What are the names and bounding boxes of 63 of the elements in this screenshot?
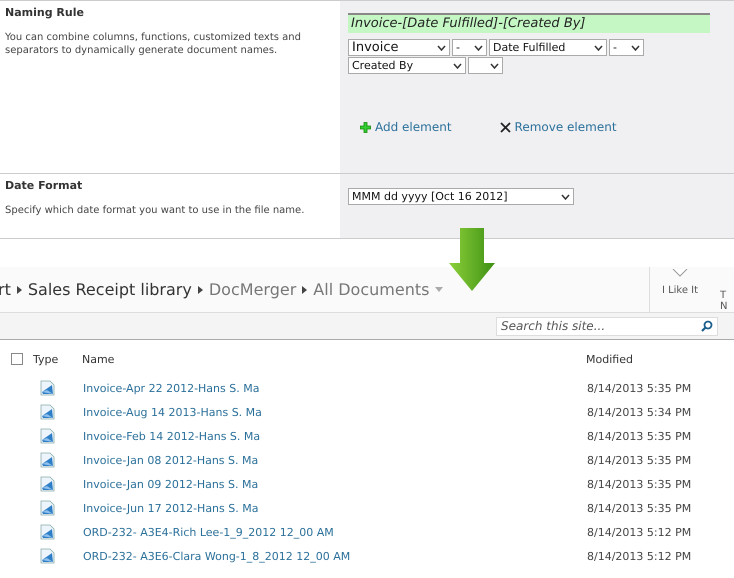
select-all-checkbox[interactable] — [11, 353, 23, 365]
document-icon — [40, 380, 55, 396]
chevron-icon — [16, 286, 22, 294]
close-icon — [500, 122, 511, 132]
document-icon — [40, 404, 55, 420]
separator-dropdown[interactable] — [468, 57, 503, 74]
link[interactable]: Add element — [360, 120, 452, 134]
document-icon — [40, 452, 55, 468]
breadcrumb-link[interactable]: DocMerger — [208, 280, 296, 299]
caret-icon — [437, 44, 446, 50]
down-arrow-icon — [449, 228, 495, 291]
caret-icon — [453, 62, 462, 68]
separator-dropdown[interactable]: - — [452, 39, 487, 56]
link[interactable]: Remove element — [500, 120, 617, 134]
document-icon — [40, 500, 55, 516]
section-title: Date Format — [5, 179, 84, 192]
document-link[interactable]: Invoice-Aug 14 2013-Hans S. Ma — [83, 406, 587, 418]
dropdown-icon — [435, 287, 444, 292]
document-link[interactable]: ORD-232- A3E6-Clara Wong-1_8_2012 12_00 AM — [83, 550, 587, 562]
caret-icon — [474, 44, 483, 50]
chevron-icon — [198, 286, 203, 294]
separator-dropdown[interactable]: - — [609, 39, 644, 56]
caret-icon — [631, 44, 640, 50]
ribbon-button[interactable]: T N — [710, 267, 734, 312]
search-icon — [701, 320, 713, 332]
modified-date: 8/14/2013 5:12 PM — [587, 526, 692, 538]
text-field[interactable]: Invoice — [348, 39, 450, 56]
column-dropdown[interactable]: Created By — [348, 57, 466, 74]
modified-date: 8/14/2013 5:35 PM — [587, 430, 692, 442]
search-field[interactable]: Search this site... — [496, 316, 718, 336]
modified-date: 8/14/2013 5:35 PM — [587, 454, 692, 466]
document-icon — [40, 548, 55, 564]
section-description: Specify which date format you want to use in the file name. — [5, 204, 306, 217]
document-link[interactable]: Invoice-Apr 22 2012-Hans S. Ma — [83, 382, 587, 394]
chevron-icon — [302, 286, 308, 294]
like-button[interactable]: I Like It — [649, 267, 710, 312]
modified-date: 8/14/2013 5:35 PM — [587, 382, 692, 394]
document-link[interactable]: Invoice-Jan 09 2012-Hans S. Ma — [83, 478, 587, 490]
caret-icon — [561, 194, 570, 200]
modified-date: 8/14/2013 5:34 PM — [587, 406, 692, 418]
modified-date: 8/14/2013 5:35 PM — [587, 478, 692, 490]
caret-icon — [594, 44, 603, 50]
plus-icon — [360, 122, 371, 132]
column-header[interactable]: Name — [82, 352, 586, 366]
name-preview-field[interactable]: Invoice-[Date Fulfilled]-[Created By] — [348, 13, 710, 33]
breadcrumb-link[interactable]: Sales Receipt library — [28, 280, 192, 299]
document-link[interactable]: Invoice-Feb 14 2012-Hans S. Ma — [83, 430, 587, 442]
breadcrumb-link[interactable]: All Documents — [313, 280, 430, 299]
document-icon — [40, 524, 55, 540]
column-header[interactable]: Modified — [586, 352, 633, 366]
document-link[interactable]: ORD-232- A3E4-Rich Lee-1_9_2012 12_00 AM — [83, 526, 587, 538]
section-description: You can combine columns, functions, customized texts and separators to dynamically generate document names. — [5, 31, 302, 57]
document-link[interactable]: Invoice-Jan 08 2012-Hans S. Ma — [83, 454, 587, 466]
document-link[interactable]: Invoice-Jun 17 2012-Hans S. Ma — [83, 502, 587, 514]
document-icon — [40, 476, 55, 492]
date-format-dropdown[interactable]: MMM dd yyyy [Oct 16 2012] — [348, 188, 574, 205]
modified-date: 8/14/2013 5:12 PM — [587, 550, 692, 562]
section-title: Naming Rule — [5, 6, 85, 19]
document-icon — [40, 428, 55, 444]
column-dropdown[interactable]: Date Fulfilled — [489, 39, 607, 56]
caret-icon — [490, 62, 499, 68]
modified-date: 8/14/2013 5:35 PM — [587, 502, 692, 514]
column-header[interactable]: Type — [33, 352, 82, 366]
